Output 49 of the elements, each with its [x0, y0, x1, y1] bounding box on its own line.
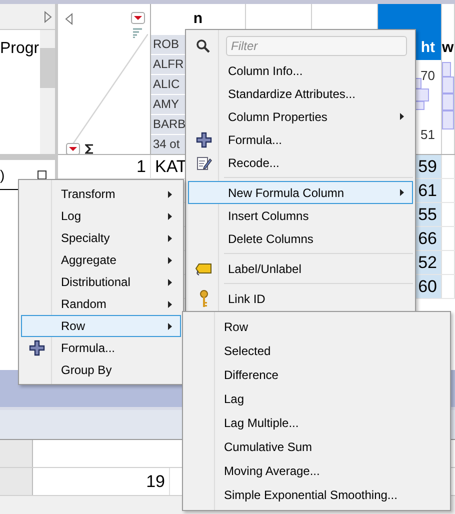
key-icon: [199, 290, 209, 308]
menu-item[interactable]: Simple Exponential Smoothing...: [185, 483, 448, 507]
menu-item[interactable]: Row: [185, 315, 448, 339]
histogram-drawing: [442, 62, 454, 130]
notepad-pencil-icon: [196, 154, 212, 170]
menu-item[interactable]: Specialty: [21, 227, 181, 249]
menu-item[interactable]: Cumulative Sum: [185, 435, 448, 459]
summary-value: 51: [420, 127, 435, 142]
expand-icon[interactable]: [44, 10, 52, 22]
submenu-arrow-icon: [168, 278, 172, 286]
dropdown-icon[interactable]: [131, 12, 145, 24]
menu-item[interactable]: New Formula Column: [188, 181, 413, 204]
menu-item[interactable]: Aggregate: [21, 249, 181, 271]
submenu-arrow-icon: [168, 256, 172, 264]
plus-icon: [196, 132, 212, 148]
menu-item[interactable]: Formula...: [21, 337, 181, 359]
submenu-arrow-icon: [400, 189, 404, 196]
plus-icon: [29, 340, 45, 356]
submenu-arrow-icon: [168, 212, 172, 220]
menu-item[interactable]: Log: [21, 205, 181, 227]
submenu-arrow-icon: [168, 234, 172, 242]
menu-item[interactable]: Row: [21, 315, 181, 337]
panel-text: Progr: [0, 39, 40, 59]
menu-item[interactable]: Lag Multiple...: [185, 411, 448, 435]
column-header[interactable]: ht: [420, 39, 435, 56]
menu-item[interactable]: Moving Average...: [185, 459, 448, 483]
menu-item[interactable]: Transform: [21, 183, 181, 205]
search-icon: [196, 39, 210, 53]
summary-value: 70: [420, 68, 435, 83]
sigma-icon[interactable]: [85, 144, 94, 154]
tag-icon: [195, 262, 213, 276]
collapse-icon[interactable]: [65, 13, 73, 25]
menu-item[interactable]: Selected: [185, 339, 448, 363]
menu-item[interactable]: Lag: [185, 387, 448, 411]
scrollbar[interactable]: [40, 30, 55, 154]
submenu-arrow-icon: [168, 322, 172, 330]
dropdown-icon[interactable]: [66, 143, 80, 155]
panel-icon[interactable]: [37, 170, 47, 180]
menu-item[interactable]: Random: [21, 293, 181, 315]
menu-item[interactable]: Distributional: [21, 271, 181, 293]
column-header[interactable]: w: [442, 39, 454, 56]
menu-item[interactable]: Difference: [185, 363, 448, 387]
menu-item[interactable]: Group By: [21, 359, 181, 381]
submenu-arrow-icon: [168, 190, 172, 198]
column-header[interactable]: n: [193, 10, 203, 27]
submenu-arrow-icon: [168, 300, 172, 308]
filter-field[interactable]: Filter: [226, 36, 407, 56]
panel-text: ): [0, 166, 5, 182]
submenu-arrow-icon: [400, 113, 404, 120]
